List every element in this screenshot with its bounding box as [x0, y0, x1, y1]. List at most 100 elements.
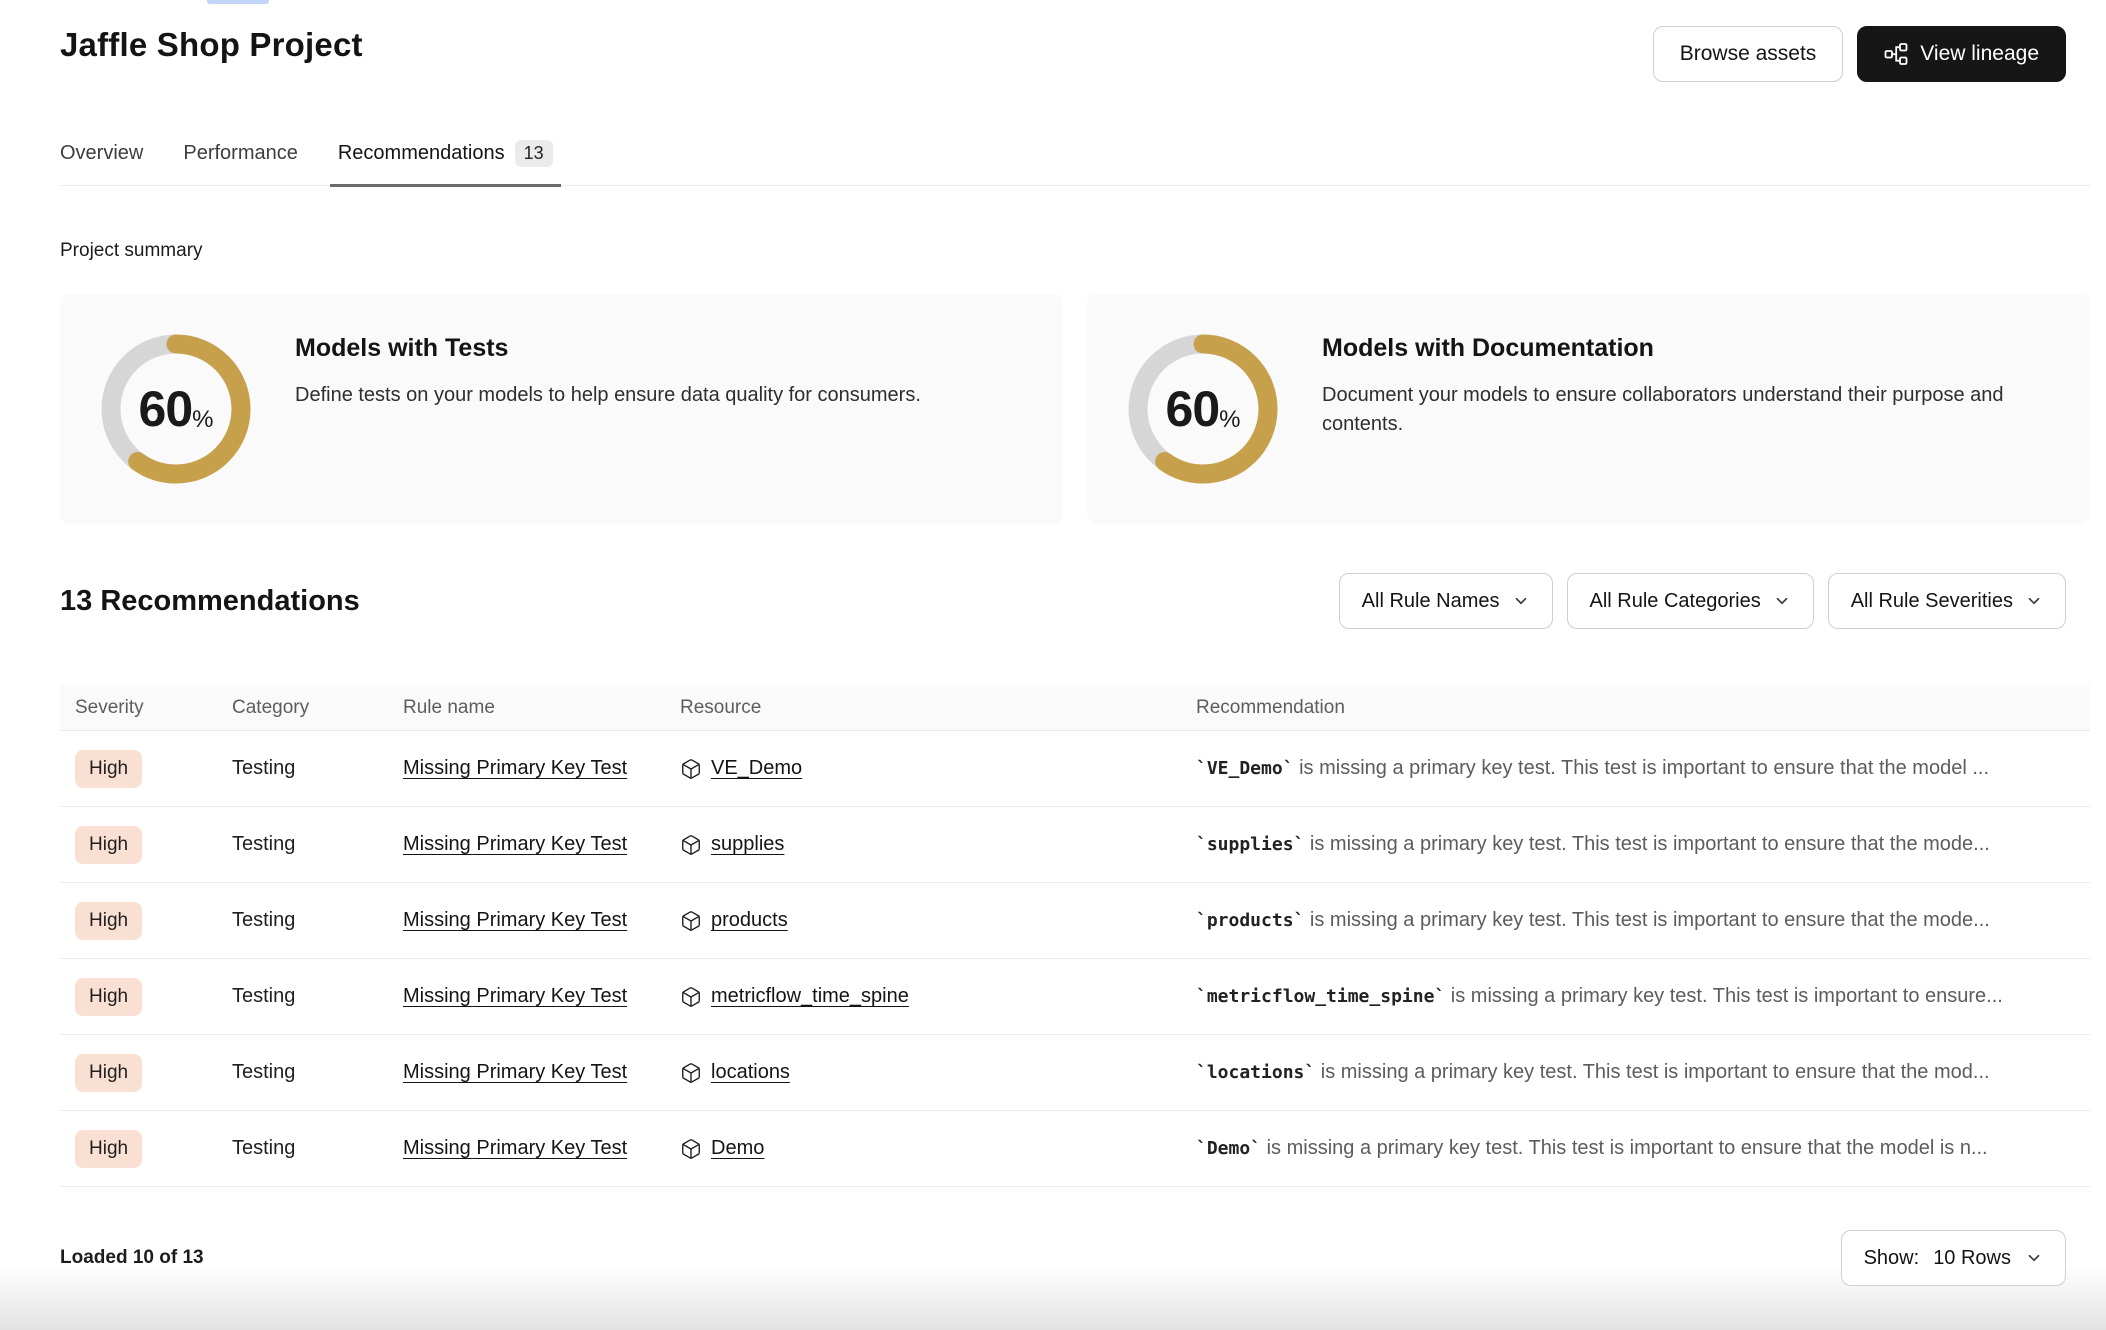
severity-badge: High — [75, 826, 142, 864]
header-actions: Browse assets View lineage — [1653, 26, 2090, 82]
resource-link[interactable]: VE_Demo — [711, 757, 802, 780]
card-text: Models with Tests Define tests on your m… — [295, 294, 921, 524]
cube-icon — [680, 1062, 702, 1084]
rows-per-page-select[interactable]: Show: 10 Rows — [1841, 1230, 2066, 1286]
resource-code: `metricflow_time_spine` — [1196, 986, 1445, 1007]
recommendations-count-badge: 13 — [515, 140, 553, 167]
column-category: Category — [232, 697, 403, 719]
resource-link[interactable]: locations — [711, 1061, 790, 1084]
rule-name-link[interactable]: Missing Primary Key Test — [403, 757, 627, 779]
resource-code: `locations` — [1196, 1062, 1315, 1083]
recommendation-text: is missing a primary key test. This test… — [1261, 1137, 1988, 1159]
card-title: Models with Tests — [295, 334, 921, 363]
column-severity: Severity — [60, 697, 232, 719]
resource-code: `VE_Demo` — [1196, 758, 1294, 779]
tests-donut-chart: 60 % — [101, 334, 251, 484]
recommendation-text: is missing a primary key test. This test… — [1304, 833, 1989, 855]
resource-link[interactable]: products — [711, 909, 788, 932]
category-cell: Testing — [232, 1137, 403, 1160]
column-rule-name: Rule name — [403, 697, 680, 719]
resource-link[interactable]: metricflow_time_spine — [711, 985, 909, 1008]
category-cell: Testing — [232, 1061, 403, 1084]
tab-performance[interactable]: Performance — [175, 140, 306, 187]
docs-donut-chart: 60 % — [1128, 334, 1278, 484]
rule-names-filter[interactable]: All Rule Names — [1339, 573, 1553, 629]
cube-icon — [680, 834, 702, 856]
rule-severities-filter[interactable]: All Rule Severities — [1828, 573, 2066, 629]
chevron-down-icon — [1773, 592, 1791, 610]
show-label: Show: — [1864, 1247, 1920, 1270]
table-row: High Testing Missing Primary Key Test VE… — [60, 731, 2090, 807]
rule-name-link[interactable]: Missing Primary Key Test — [403, 909, 627, 931]
recommendations-header: 13 Recommendations All Rule Names All Ru… — [60, 573, 2090, 629]
show-value: 10 Rows — [1933, 1247, 2011, 1270]
table-header-row: Severity Category Rule name Resource Rec… — [60, 685, 2090, 731]
view-lineage-button[interactable]: View lineage — [1857, 26, 2066, 82]
table-footer: Loaded 10 of 13 Show: 10 Rows — [60, 1187, 2090, 1286]
recommendations-heading: 13 Recommendations — [60, 585, 360, 618]
rule-severities-filter-label: All Rule Severities — [1851, 590, 2013, 613]
recommendation-cell: `supplies` is missing a primary key test… — [1196, 833, 2090, 856]
severity-badge: High — [75, 1130, 142, 1168]
chevron-down-icon — [2025, 1249, 2043, 1267]
rule-name-link[interactable]: Missing Primary Key Test — [403, 985, 627, 1007]
category-cell: Testing — [232, 985, 403, 1008]
filter-bar: All Rule Names All Rule Categories All R… — [1339, 573, 2066, 629]
cube-icon — [680, 910, 702, 932]
resource-code: `products` — [1196, 910, 1304, 931]
recommendations-table: Severity Category Rule name Resource Rec… — [60, 685, 2090, 1187]
severity-badge: High — [75, 1054, 142, 1092]
card-description: Define tests on your models to help ensu… — [295, 381, 921, 410]
page-title: Jaffle Shop Project — [60, 26, 363, 64]
tab-recommendations-label: Recommendations — [338, 142, 505, 165]
card-description: Document your models to ensure collabora… — [1322, 381, 2052, 439]
recommendation-text: is missing a primary key test. This test… — [1294, 757, 1989, 779]
card-text: Models with Documentation Document your … — [1322, 294, 2052, 524]
severity-badge: High — [75, 978, 142, 1016]
rule-name-link[interactable]: Missing Primary Key Test — [403, 1061, 627, 1083]
severity-badge: High — [75, 750, 142, 788]
donut-value: 60 % — [1128, 334, 1278, 484]
recommendation-cell: `products` is missing a primary key test… — [1196, 909, 2090, 932]
page-content: Jaffle Shop Project Browse assets View l… — [60, 0, 2090, 1286]
rule-name-link[interactable]: Missing Primary Key Test — [403, 1137, 627, 1159]
tab-performance-label: Performance — [183, 142, 298, 165]
lineage-icon — [1884, 42, 1908, 66]
view-lineage-label: View lineage — [1920, 42, 2039, 66]
models-with-tests-card: 60 % Models with Tests Define tests on y… — [60, 294, 1063, 524]
page-header: Jaffle Shop Project Browse assets View l… — [60, 0, 2090, 82]
percent-sign: % — [192, 406, 213, 434]
tab-recommendations[interactable]: Recommendations 13 — [330, 140, 561, 187]
recommendation-cell: `locations` is missing a primary key tes… — [1196, 1061, 2090, 1084]
rule-names-filter-label: All Rule Names — [1362, 590, 1500, 613]
table-row: High Testing Missing Primary Key Test me… — [60, 959, 2090, 1035]
resource-code: `Demo` — [1196, 1138, 1261, 1159]
donut-value: 60 % — [101, 334, 251, 484]
tab-overview[interactable]: Overview — [52, 140, 151, 187]
recommendation-text: is missing a primary key test. This test… — [1315, 1061, 1989, 1083]
summary-cards: 60 % Models with Tests Define tests on y… — [60, 294, 2090, 524]
table-row: High Testing Missing Primary Key Test De… — [60, 1111, 2090, 1187]
rule-categories-filter-label: All Rule Categories — [1590, 590, 1761, 613]
project-summary-label: Project summary — [60, 240, 2090, 262]
category-cell: Testing — [232, 909, 403, 932]
chevron-down-icon — [1512, 592, 1530, 610]
rule-name-link[interactable]: Missing Primary Key Test — [403, 833, 627, 855]
table-row: High Testing Missing Primary Key Test pr… — [60, 883, 2090, 959]
recommendation-cell: `Demo` is missing a primary key test. Th… — [1196, 1137, 2090, 1160]
table-row: High Testing Missing Primary Key Test su… — [60, 807, 2090, 883]
browse-assets-label: Browse assets — [1680, 42, 1817, 66]
browse-assets-button[interactable]: Browse assets — [1653, 26, 1844, 82]
column-recommendation: Recommendation — [1196, 697, 2090, 719]
table-row: High Testing Missing Primary Key Test lo… — [60, 1035, 2090, 1111]
percent-sign: % — [1219, 406, 1240, 434]
resource-code: `supplies` — [1196, 834, 1304, 855]
percent-number: 60 — [1166, 380, 1220, 438]
category-cell: Testing — [232, 757, 403, 780]
cube-icon — [680, 1138, 702, 1160]
recommendation-text: is missing a primary key test. This test… — [1304, 909, 1989, 931]
resource-link[interactable]: Demo — [711, 1137, 764, 1160]
resource-link[interactable]: supplies — [711, 833, 784, 856]
rule-categories-filter[interactable]: All Rule Categories — [1567, 573, 1814, 629]
category-cell: Testing — [232, 833, 403, 856]
